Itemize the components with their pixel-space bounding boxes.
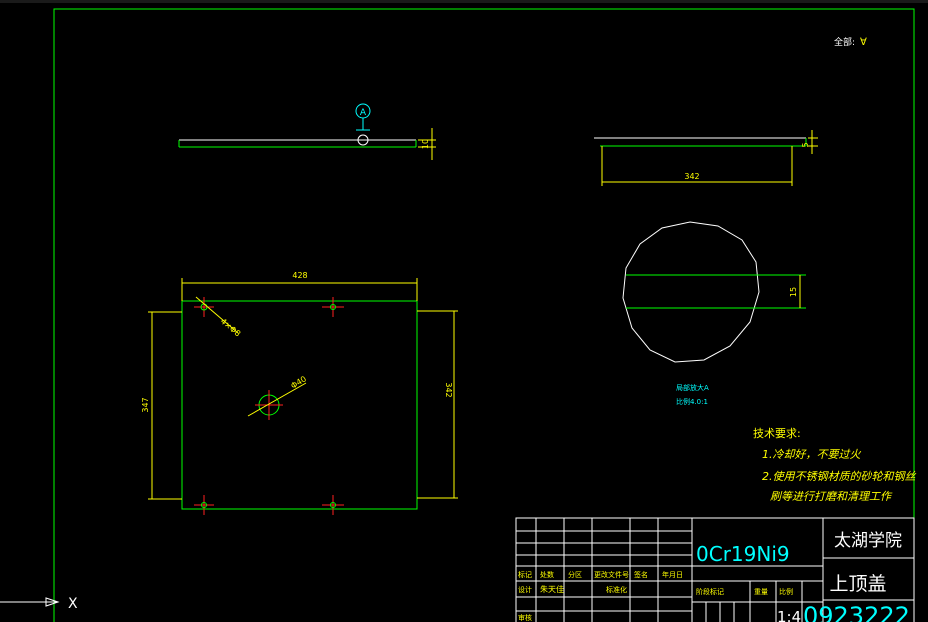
corner-hole-bl (194, 495, 214, 515)
roughness-symbol: ∀ (860, 37, 867, 48)
drawing-frame (53, 8, 915, 622)
tb-label-stage: 阶段标记 (696, 587, 724, 596)
tb-label-sheji: 设计 (518, 585, 532, 594)
tb-label-qianming: 签名 (634, 570, 648, 579)
detail-dim-text: 15 (789, 287, 798, 297)
tb-label-shenhe: 审核 (518, 613, 532, 622)
drawing-frame-outer (53, 8, 915, 622)
front-right-text: 342 (444, 382, 453, 397)
tb-part-name: 上顶盖 (829, 573, 886, 595)
tb-label-genggai: 更改文件号 (594, 570, 629, 579)
ucs-icon: X (0, 596, 78, 612)
front-view: 428 347 342 4×Φ8 Φ40 (141, 271, 458, 515)
front-width-text: 428 (292, 271, 307, 280)
tb-school: 太湖学院 (834, 531, 902, 551)
tb-label-fenqu: 分区 (568, 570, 582, 579)
tb-label-nianyueri: 年月日 (662, 570, 683, 579)
side-width-text: 342 (684, 172, 699, 181)
tb-scale-value: 1:4 (777, 608, 801, 622)
tech-req-title: 技术要求: (753, 427, 801, 440)
front-left-text: 347 (141, 397, 150, 412)
corner-hole-br (322, 495, 344, 515)
tech-req-line-2: 2.使用不锈钢材质的砂轮和钢丝 (762, 470, 916, 483)
tb-label-weight: 重量 (754, 588, 768, 596)
tech-req-line-3: 刷等进行打磨和清理工作 (770, 490, 893, 503)
roughness-label: 全部: (834, 36, 855, 48)
tb-designer-name: 朱天佳 (540, 584, 564, 594)
tech-requirements: 技术要求: 1.冷却好，不要过火 2.使用不锈钢材质的砂轮和钢丝 刷等进行打磨和… (753, 427, 916, 503)
top-view: A 10 (178, 103, 436, 160)
top-thk-text: 10 (421, 139, 430, 149)
detail-marker-letter: A (360, 108, 367, 118)
tb-label-biaozhunhua: 标准化 (606, 585, 627, 594)
detail-boundary-circle (622, 221, 760, 363)
corner-hole-tr (322, 297, 344, 317)
title-block-left-grid (516, 518, 693, 622)
tb-label-scale: 比例 (779, 587, 793, 596)
side-view: 5 342 (594, 130, 818, 186)
ucs-x-label: X (68, 596, 78, 612)
tb-material: 0Cr19Ni9 (696, 542, 790, 566)
center-hole-text: Φ40 (289, 374, 308, 390)
tech-req-line-1: 1.冷却好，不要过火 (762, 448, 861, 461)
cad-drawing-canvas[interactable]: 全部: ∀ A 10 5 342 15 局部放大A 比例4.0:1 428 34… (0, 0, 928, 622)
title-block: 标记 处数 分区 更改文件号 签名 年月日 设计 朱天佳 标准化 审核 阶段标记… (515, 517, 915, 622)
detail-label: 局部放大A (676, 383, 709, 392)
tb-label-biaoji: 标记 (518, 570, 532, 579)
tb-drawing-no: 0923222 (803, 602, 910, 622)
detail-view: 15 局部放大A 比例4.0:1 (622, 221, 806, 406)
side-thk-text: 5 (801, 142, 810, 147)
tb-label-chushu: 处数 (540, 570, 554, 579)
small-hole-text: 4×Φ8 (219, 317, 243, 339)
corner-hole-tl (194, 297, 214, 317)
front-view-outline (181, 300, 418, 510)
detail-scale: 比例4.0:1 (676, 397, 708, 406)
